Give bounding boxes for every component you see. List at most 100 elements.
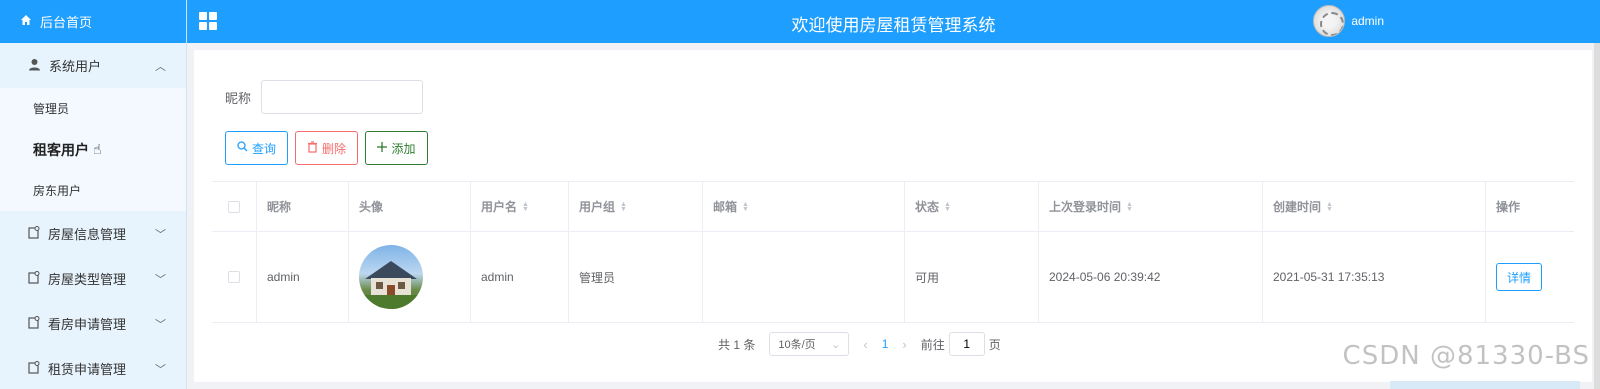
- header-status[interactable]: 状态 ▲ ▼: [905, 182, 1039, 231]
- map-pin-icon: [28, 360, 40, 377]
- cell-actions: 详情: [1486, 232, 1574, 322]
- page-title: 欢迎使用房屋租赁管理系统: [791, 16, 996, 35]
- row-checkbox[interactable]: [228, 271, 240, 283]
- map-pin-icon: [28, 225, 40, 242]
- table-header-row: 昵称 头像 用户名 ▲ ▼ 用户组 ▲ ▼ 邮箱 ▲ ▼ 状态 ▲ ▼ 上次登录时间 ▲ ▼ 创建时…: [212, 182, 1574, 232]
- sort-icon[interactable]: ▲ ▼: [742, 201, 749, 213]
- sort-icon[interactable]: ▲ ▼: [620, 201, 627, 213]
- sidebar-group-label: 租赁申请管理: [48, 362, 127, 377]
- header-label: 操作: [1496, 200, 1521, 214]
- sidebar-group-viewing-requests[interactable]: 看房申请管理 ﹀: [0, 301, 186, 346]
- add-button-label: 添加: [391, 141, 416, 156]
- page-number-current[interactable]: 1: [882, 337, 889, 351]
- nickname-label: 昵称: [225, 90, 252, 106]
- delete-button[interactable]: 删除: [295, 131, 358, 165]
- page-unit-label: 页: [988, 337, 1001, 352]
- select-all-checkbox[interactable]: [228, 200, 240, 213]
- header-created[interactable]: 创建时间 ▲ ▼: [1263, 182, 1486, 231]
- user-menu[interactable]: admin: [1313, 5, 1384, 37]
- top-header: 欢迎使用房屋租赁管理系统 admin: [187, 0, 1600, 43]
- sidebar-group-house-type[interactable]: 房屋类型管理 ﹀: [0, 256, 186, 301]
- plus-icon: [377, 141, 388, 155]
- cell-avatar: [349, 232, 471, 322]
- sidebar-group-label: 房屋类型管理: [48, 272, 127, 287]
- sidebar-group-system-users[interactable]: 系统用户 ︿: [0, 43, 186, 88]
- header-label: 昵称: [267, 200, 292, 214]
- sort-icon[interactable]: ▲ ▼: [944, 201, 951, 213]
- scrollbar[interactable]: [1594, 43, 1600, 389]
- cell-username: admin: [471, 232, 569, 322]
- sidebar-item-home[interactable]: 后台首页: [0, 0, 186, 43]
- chevron-down-icon: ﹀: [155, 273, 166, 286]
- detail-button[interactable]: 详情: [1496, 263, 1542, 291]
- sidebar-item-landlord-users[interactable]: 房东用户: [0, 170, 186, 211]
- nickname-search-input[interactable]: [261, 80, 424, 114]
- header-email[interactable]: 邮箱 ▲ ▼: [703, 182, 905, 231]
- cell-user-group: 管理员: [569, 232, 703, 322]
- sidebar-group-label: 系统用户: [49, 59, 102, 74]
- watermark: CSDN @81330-BS: [1342, 341, 1590, 371]
- username-label: admin: [1351, 14, 1384, 28]
- sidebar-group-house-info[interactable]: 房屋信息管理 ﹀: [0, 211, 186, 256]
- cell-nickname: admin: [257, 232, 349, 322]
- search-bar: 昵称: [225, 80, 424, 114]
- prev-page-button[interactable]: ‹: [863, 337, 867, 352]
- row-select-cell: [212, 232, 257, 322]
- delete-button-label: 删除: [321, 141, 346, 156]
- search-icon: [237, 141, 248, 155]
- avatar: [1313, 5, 1346, 37]
- query-button[interactable]: 查询: [225, 131, 288, 165]
- total-count: 共 1 条: [718, 337, 756, 352]
- goto-label: 前往: [920, 337, 945, 352]
- header-actions: 操作: [1486, 182, 1574, 231]
- sidebar-group-label: 房屋信息管理: [48, 227, 127, 242]
- chevron-up-icon: ︿: [155, 60, 166, 73]
- header-label: 状态: [915, 200, 940, 214]
- cell-status: 可用: [905, 232, 1039, 322]
- cell-email: [703, 232, 905, 322]
- add-button[interactable]: 添加: [365, 131, 428, 165]
- home-icon: [20, 14, 32, 29]
- query-button-label: 查询: [251, 141, 276, 156]
- sort-icon[interactable]: ▲ ▼: [522, 201, 529, 213]
- header-user-group[interactable]: 用户组 ▲ ▼: [569, 182, 703, 231]
- goto-page: 前往 页: [921, 332, 1001, 356]
- users-table: 昵称 头像 用户名 ▲ ▼ 用户组 ▲ ▼ 邮箱 ▲ ▼ 状态 ▲ ▼ 上次登录时间 ▲ ▼ 创建时…: [212, 181, 1574, 323]
- toolbar: 查询 删除 添加: [225, 131, 428, 165]
- sidebar-item-admin[interactable]: 管理员: [0, 88, 186, 129]
- chevron-down-icon: ﹀: [155, 363, 166, 376]
- hand-cursor-icon: ☝: [93, 141, 102, 157]
- chevron-down-icon: ﹀: [155, 228, 166, 241]
- header-label: 用户名: [481, 200, 518, 214]
- header-nickname: 昵称: [257, 182, 349, 231]
- chevron-down-icon: ﹀: [155, 318, 166, 331]
- sidebar-item-label: 房东用户: [33, 184, 82, 198]
- header-label: 头像: [359, 200, 384, 214]
- sidebar-item-tenant-users[interactable]: 租客用户 ☝: [0, 129, 186, 170]
- page-size-select[interactable]: 10条/页 ⌄: [769, 332, 850, 356]
- house-avatar-image: [359, 245, 423, 309]
- user-icon: [28, 58, 41, 74]
- map-pin-icon: [28, 270, 40, 287]
- header-last-login[interactable]: 上次登录时间 ▲ ▼: [1039, 182, 1263, 231]
- sidebar-group-rental-requests[interactable]: 租赁申请管理 ﹀: [0, 346, 186, 389]
- goto-page-input[interactable]: [948, 332, 985, 356]
- map-pin-icon: [28, 315, 40, 332]
- header-label: 用户组: [579, 200, 616, 214]
- next-page-button[interactable]: ›: [902, 337, 906, 352]
- sidebar-item-label: 后台首页: [40, 15, 93, 30]
- cell-last-login: 2024-05-06 20:39:42: [1039, 232, 1263, 322]
- select-all-cell: [212, 182, 257, 231]
- main-panel: 昵称 查询 删除 添加 昵称 头像 用户名 ▲ ▼ 用户组 ▲ ▼ 邮箱 ▲ ▼…: [194, 50, 1592, 382]
- sidebar: 后台首页 系统用户 ︿ 管理员 租客用户 ☝ 房东用户 房屋信息管理 ﹀ 房屋类…: [0, 0, 187, 389]
- sort-icon[interactable]: ▲ ▼: [1326, 201, 1333, 213]
- cell-created: 2021-05-31 17:35:13: [1263, 232, 1486, 322]
- sidebar-item-label: 租客用户: [33, 141, 89, 158]
- sidebar-item-label: 管理员: [33, 102, 70, 116]
- header-label: 创建时间: [1273, 200, 1322, 214]
- header-username[interactable]: 用户名 ▲ ▼: [471, 182, 569, 231]
- table-row: admin admin 管理员 可用 2024-05-06 20:39:42 2…: [212, 232, 1574, 323]
- sort-icon[interactable]: ▲ ▼: [1126, 201, 1133, 213]
- bottom-decoration: [1390, 381, 1580, 389]
- header-avatar: 头像: [349, 182, 471, 231]
